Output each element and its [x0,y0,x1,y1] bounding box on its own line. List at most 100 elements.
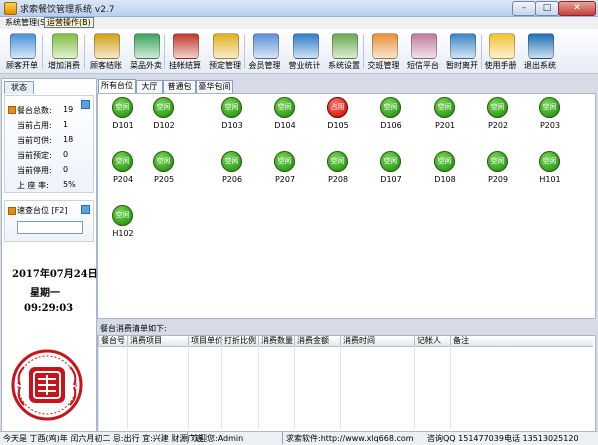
table-code: D104 [274,121,296,130]
toolbar-button-exit[interactable]: 退出系统 [521,29,559,73]
bill-column-divider [258,346,259,429]
table-seat-h102[interactable]: 空闲 H102 [108,205,138,243]
free-status-icon: 空闲 [112,205,133,226]
table-seat-d107[interactable]: 空闲 D107 [376,151,406,189]
toolbar-button-statistics[interactable]: 营业统计 [286,29,323,73]
free-status-icon: 空闲 [274,151,295,172]
toolbar-button-reservation[interactable]: 预定管理 [207,29,243,73]
stats-collapse-icon[interactable] [81,100,90,109]
room-tab[interactable]: 大厅 [136,80,163,93]
table-code: P209 [487,175,509,184]
bill-column-divider [98,346,99,429]
bill-column-header[interactable]: 项目单价 [188,336,223,346]
table-code: D105 [327,121,349,130]
toolbar-button-checkout[interactable]: 顾客结账 [86,29,126,73]
bill-column-header[interactable]: 记帐人 [414,336,452,346]
table-seat-p202[interactable]: 空闲 P202 [483,97,513,135]
table-seat-p207[interactable]: 空闲 P207 [270,151,300,189]
toolbar-separator [244,35,245,69]
toolbar-button-takeout[interactable]: 菜品外卖 [129,29,163,73]
toolbar-button-shift[interactable]: 交班管理 [365,29,402,73]
free-status-icon: 空闲 [539,97,560,118]
website-link[interactable]: 求索软件:http://www.xlq668.com [286,433,414,444]
minimize-button[interactable]: – [512,1,536,16]
bill-column-divider [127,346,128,429]
table-seat-d104[interactable]: 空闲 D104 [270,97,300,135]
status-tab[interactable]: 状态 [4,81,34,94]
table-seat-p201[interactable]: 空闲 P201 [430,97,460,135]
toolbar-separator [363,35,364,69]
toolbar-button-label: 挂帐结算 [169,61,201,70]
current-time: 09:29:03 [24,303,74,314]
toolbar-button-order[interactable]: 顾客开单 [2,29,42,73]
stat-value: 19 [63,105,74,114]
bill-column-header[interactable]: 消费项目 [127,336,190,346]
bill-column-header[interactable]: 消费数量 [258,336,296,346]
toolbar-button-help[interactable]: 使用手册 [483,29,518,73]
toolbar-button-add-consumption[interactable]: 增加消费 [44,29,84,73]
table-seat-d102[interactable]: 空闲 D102 [149,97,179,135]
toolbar-button-credit-settle[interactable]: 挂帐结算 [166,29,204,73]
free-status-icon: 空闲 [539,151,560,172]
table-seat-d108[interactable]: 空闲 D108 [430,151,460,189]
toolbar-button-label: 使用手册 [484,61,517,70]
toolbar-button-label: 暂时离开 [446,61,478,70]
table-seat-p205[interactable]: 空闲 P205 [149,151,179,189]
bill-column-header[interactable]: 餐台号 [98,336,129,346]
add-consumption-icon [52,33,78,59]
toolbar-separator [42,35,43,69]
table-seat-d103[interactable]: 空闲 D103 [217,97,247,135]
close-button[interactable]: ✕ [558,1,596,16]
toolbar-button-label: 增加消费 [48,61,80,70]
table-seat-d101[interactable]: 空闲 D101 [108,97,138,135]
quick-search-input[interactable] [17,221,83,234]
stat-label: 餐台总数: [17,106,52,115]
room-tab[interactable]: 普通包间 [163,80,196,103]
free-status-icon: 空闲 [487,97,508,118]
bill-column-header[interactable]: 消费金额 [294,336,342,346]
table-seat-d105[interactable]: 占用 D105 [323,97,353,135]
bill-column-header[interactable]: 备注 [450,336,593,346]
table-code: P207 [274,175,296,184]
settings-icon [332,33,358,59]
room-tab[interactable]: 豪华包间 [196,80,233,93]
order-icon [10,33,36,59]
quick-search-label: 速查台位 [F2] [17,206,68,215]
table-seat-h101[interactable]: 空闲 H101 [535,151,565,189]
room-tab[interactable]: 所有台位 [98,79,136,93]
maximize-button[interactable]: □ [535,1,559,16]
table-seat-p204[interactable]: 空闲 P204 [108,151,138,189]
toolbar-button-away[interactable]: 暂时离开 [444,29,480,73]
bill-column-divider [294,346,295,429]
table-seat-p208[interactable]: 空闲 P208 [323,151,353,189]
toolbar-button-sms[interactable]: 短信平台 [405,29,441,73]
reservation-icon [213,33,239,59]
free-status-icon: 空闲 [112,97,133,118]
stat-label: 上 座 率: [17,181,49,190]
stat-value: 0 [63,165,69,174]
toolbar-button-member[interactable]: 会员管理 [246,29,283,73]
table-code: P201 [434,121,456,130]
toolbar-button-settings[interactable]: 系统设置 [326,29,362,73]
stat-value: 1 [63,120,69,129]
stats-bullet-icon [8,106,16,114]
toolbar-button-label: 交班管理 [367,61,400,70]
menu-operations[interactable]: 运营操作(B) [44,17,94,28]
table-seat-d106[interactable]: 空闲 D106 [376,97,406,135]
table-code: P203 [539,121,561,130]
table-seat-p203[interactable]: 空闲 P203 [535,97,565,135]
bill-column-header[interactable]: 消费时间 [340,336,416,346]
shift-icon [371,33,398,59]
bill-column-divider [340,346,341,429]
bill-column-header[interactable]: 打折比例 [221,336,260,346]
table-code: D107 [380,175,402,184]
toolbar-button-label: 系统设置 [328,61,360,70]
exit-icon [528,33,554,59]
search-collapse-icon[interactable] [81,205,90,214]
phone-contact: 电话 13513025120 [504,434,579,443]
free-status-icon: 空闲 [380,97,401,118]
takeout-icon [134,33,160,59]
free-status-icon: 空闲 [487,151,508,172]
table-seat-p206[interactable]: 空闲 P206 [217,151,247,189]
table-seat-p209[interactable]: 空闲 P209 [483,151,513,189]
